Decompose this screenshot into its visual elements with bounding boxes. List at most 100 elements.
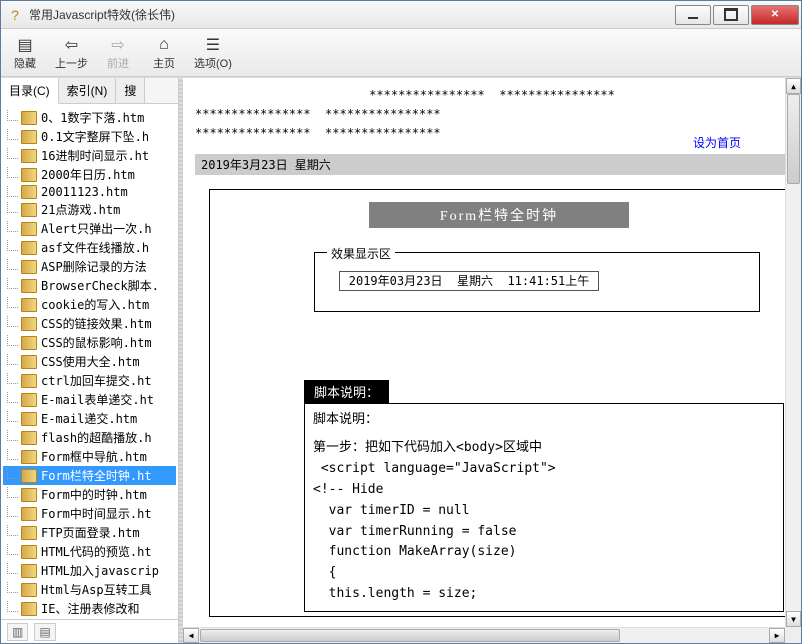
- tree-item-label: cookie的写入.htm: [41, 296, 149, 313]
- tab-toc[interactable]: 目录(C): [1, 78, 59, 104]
- tree-item[interactable]: Html与Asp互转工具: [3, 580, 176, 599]
- tree-item[interactable]: 20011123.htm: [3, 184, 176, 200]
- book-icon: [21, 355, 37, 369]
- options-button[interactable]: ☰ 选项(O): [194, 35, 232, 71]
- footer-btn-1[interactable]: ▥: [7, 623, 28, 641]
- tree-item[interactable]: Form中的时钟.htm: [3, 485, 176, 504]
- content-pane: **************** **************** ******…: [183, 78, 801, 643]
- scroll-up-icon[interactable]: ▲: [786, 78, 801, 94]
- tree-item[interactable]: HTML加入javascrip: [3, 561, 176, 580]
- book-icon: [21, 317, 37, 331]
- window-buttons: [675, 5, 801, 25]
- book-icon: [21, 336, 37, 350]
- book-icon: [21, 602, 37, 616]
- tree-item-label: flash的超酷播放.h: [41, 429, 152, 446]
- tree-item[interactable]: CSS使用大全.htm: [3, 352, 176, 371]
- clock-display[interactable]: [339, 271, 599, 291]
- content-inner: **************** **************** ******…: [183, 78, 801, 625]
- tree-item[interactable]: E-mail表单递交.ht: [3, 390, 176, 409]
- tree-item-label: Form中的时钟.htm: [41, 486, 147, 503]
- tree-item[interactable]: FTP页面登录.htm: [3, 523, 176, 542]
- main-body: 目录(C) 索引(N) 搜 0、1数字下落.htm0.1文字整屏下坠.h16进制…: [1, 77, 801, 643]
- script-label: 脚本说明：: [313, 410, 775, 431]
- tree-item-label: 20011123.htm: [41, 185, 128, 199]
- tree-item[interactable]: iframe间的链接变换: [3, 618, 176, 619]
- tab-search[interactable]: 搜: [116, 78, 145, 103]
- tree-item[interactable]: flash的超酷播放.h: [3, 428, 176, 447]
- book-icon: [21, 260, 37, 274]
- scroll-down-icon[interactable]: ▼: [786, 611, 801, 627]
- tab-index[interactable]: 索引(N): [59, 78, 117, 103]
- toc-tree[interactable]: 0、1数字下落.htm0.1文字整屏下坠.h16进制时间显示.ht2000年日历…: [1, 104, 178, 619]
- maximize-button[interactable]: [713, 5, 749, 25]
- tree-item[interactable]: HTML代码的预览.ht: [3, 542, 176, 561]
- footer-btn-2[interactable]: ▤: [34, 623, 55, 641]
- horizontal-scrollbar[interactable]: ◀ ▶: [183, 627, 785, 643]
- tree-item[interactable]: CSS的链接效果.htm: [3, 314, 176, 333]
- tree-item-label: ctrl加回车提交.ht: [41, 372, 152, 389]
- star-banner: **************** ****************: [195, 86, 789, 105]
- effect-legend: 效果显示区: [327, 245, 395, 262]
- tree-item[interactable]: cookie的写入.htm: [3, 295, 176, 314]
- tree-item-label: 2000年日历.htm: [41, 166, 135, 183]
- script-box: 脚本说明：第一步：把如下代码加入<body>区域中 <script langua…: [304, 403, 784, 612]
- tree-item-label: FTP页面登录.htm: [41, 524, 140, 541]
- tree-item[interactable]: Form框中导航.htm: [3, 447, 176, 466]
- book-icon: [21, 298, 37, 312]
- effect-fieldset: 效果显示区: [314, 252, 760, 312]
- form-title: Form栏特全时钟: [369, 202, 629, 228]
- app-window: ? 常用Javascript特效(徐长伟) ▤ 隐藏 ⇦ 上一步 ⇨ 前进 ⌂ …: [0, 0, 802, 644]
- tree-item[interactable]: IE、注册表修改和: [3, 599, 176, 618]
- tree-item[interactable]: Form栏特全时钟.ht: [3, 466, 176, 485]
- tree-item[interactable]: asf文件在线播放.h: [3, 238, 176, 257]
- book-icon: [21, 374, 37, 388]
- tree-item[interactable]: 0.1文字整屏下坠.h: [3, 127, 176, 146]
- book-icon: [21, 393, 37, 407]
- tree-item[interactable]: 21点游戏.htm: [3, 200, 176, 219]
- tree-item[interactable]: ASP删除记录的方法: [3, 257, 176, 276]
- tree-item[interactable]: E-mail递交.htm: [3, 409, 176, 428]
- forward-button: ⇨ 前进: [102, 35, 134, 71]
- tree-item-label: 0、1数字下落.htm: [41, 109, 144, 126]
- close-button[interactable]: [751, 5, 799, 25]
- home-button[interactable]: ⌂ 主页: [148, 35, 180, 71]
- book-icon: [21, 111, 37, 125]
- book-icon: [21, 450, 37, 464]
- tree-item[interactable]: CSS的鼠标影响.htm: [3, 333, 176, 352]
- main-panel: Form栏特全时钟 效果显示区 脚本说明： 脚本说明：第一步：把如下代码加入<b…: [209, 189, 789, 617]
- back-icon: ⇦: [61, 35, 83, 55]
- tree-item-label: IE、注册表修改和: [41, 600, 139, 617]
- tree-item[interactable]: 0、1数字下落.htm: [3, 108, 176, 127]
- scroll-thumb-h[interactable]: [200, 629, 620, 642]
- hide-icon: ▤: [14, 35, 36, 55]
- set-homepage-link[interactable]: 设为首页: [693, 134, 741, 151]
- tree-item[interactable]: BrowserCheck脚本.: [3, 276, 176, 295]
- titlebar[interactable]: ? 常用Javascript特效(徐长伟): [1, 1, 801, 29]
- book-icon: [21, 507, 37, 521]
- tree-item-label: HTML加入javascrip: [41, 562, 159, 579]
- tree-item-label: 21点游戏.htm: [41, 201, 120, 218]
- book-icon: [21, 564, 37, 578]
- tree-item-label: BrowserCheck脚本.: [41, 277, 159, 294]
- tree-item-label: HTML代码的预览.ht: [41, 543, 152, 560]
- scroll-right-icon[interactable]: ▶: [769, 628, 785, 643]
- book-icon: [21, 203, 37, 217]
- forward-icon: ⇨: [107, 35, 129, 55]
- vertical-scrollbar[interactable]: ▲ ▼: [785, 78, 801, 627]
- scroll-left-icon[interactable]: ◀: [183, 628, 199, 643]
- tree-item-label: Alert只弹出一次.h: [41, 220, 152, 237]
- tree-item-label: Form框中导航.htm: [41, 448, 147, 465]
- back-button[interactable]: ⇦ 上一步: [55, 35, 88, 71]
- minimize-button[interactable]: [675, 5, 711, 25]
- tree-item-label: asf文件在线播放.h: [41, 239, 149, 256]
- scroll-thumb-v[interactable]: [787, 94, 800, 184]
- tree-item[interactable]: 2000年日历.htm: [3, 165, 176, 184]
- scroll-corner: [785, 627, 801, 643]
- tree-item-label: CSS的鼠标影响.htm: [41, 334, 152, 351]
- tree-item[interactable]: 16进制时间显示.ht: [3, 146, 176, 165]
- tree-item[interactable]: Form中时间显示.ht: [3, 504, 176, 523]
- tree-item[interactable]: Alert只弹出一次.h: [3, 219, 176, 238]
- tree-item[interactable]: ctrl加回车提交.ht: [3, 371, 176, 390]
- sidebar-footer: ▥ ▤: [1, 619, 178, 643]
- hide-button[interactable]: ▤ 隐藏: [9, 35, 41, 71]
